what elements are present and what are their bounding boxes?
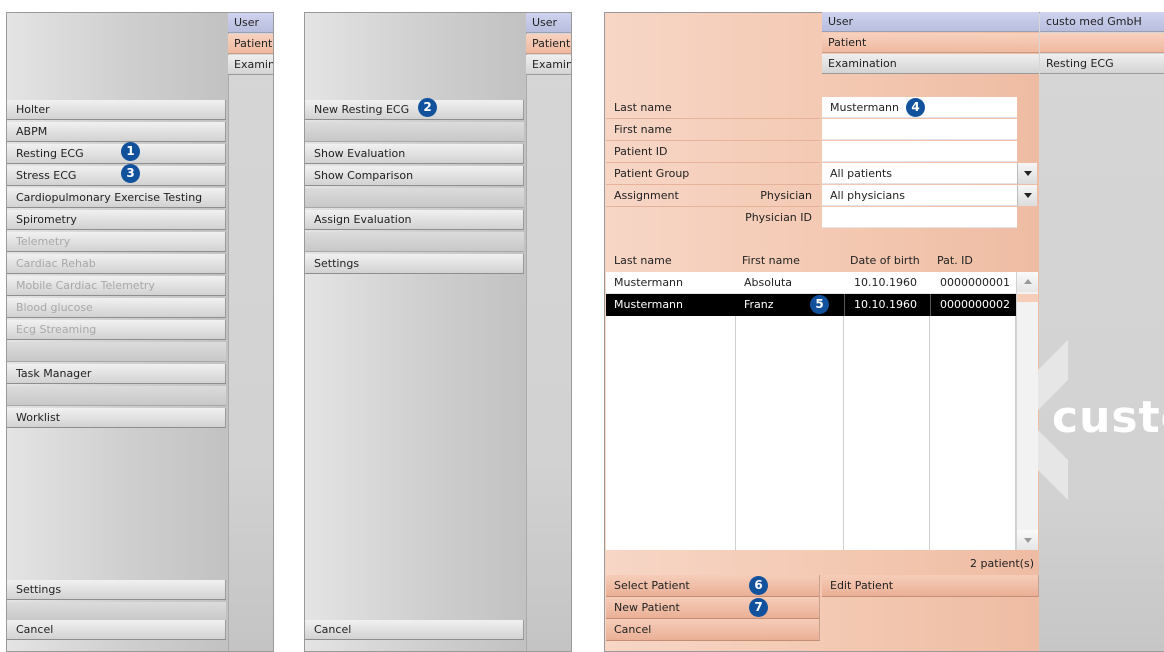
tab-examination[interactable]: Examin <box>526 55 571 75</box>
cell-last-name: Mustermann <box>614 276 684 289</box>
resting-ecg-menu-panel: User Patient Examin New Resting ECG Show… <box>304 12 572 652</box>
edit-patient-button[interactable]: Edit Patient <box>822 575 1039 597</box>
tab-user[interactable]: User <box>526 13 571 33</box>
first-name-input[interactable] <box>822 119 1017 140</box>
new-resting-ecg-button[interactable]: New Resting ECG <box>305 100 524 120</box>
menu-ecg-streaming: Ecg Streaming <box>7 320 226 340</box>
cell-patient-id: 0000000002 <box>940 298 1010 311</box>
physician-id-label: Physician ID <box>745 211 812 224</box>
side-strip <box>526 13 571 651</box>
menu-cardiopulmonary[interactable]: Cardiopulmonary Exercise Testing <box>7 188 226 208</box>
new-patient-button[interactable]: New Patient <box>606 597 820 619</box>
main-menu-panel: User Patient Examin Holter ABPM Resting … <box>6 12 274 652</box>
menu-mobile-cardiac-telemetry: Mobile Cardiac Telemetry <box>7 276 226 296</box>
badge-7: 7 <box>749 598 768 617</box>
physician-select[interactable]: All physicians <box>822 185 1017 206</box>
col-patient-id[interactable]: Pat. ID <box>937 250 973 272</box>
row-divider <box>930 294 931 316</box>
last-name-label: Last name <box>606 97 820 119</box>
menu-separator <box>305 188 524 208</box>
badge-3: 3 <box>121 164 140 183</box>
badge-5: 5 <box>810 295 829 314</box>
menu-abpm[interactable]: ABPM <box>7 122 226 142</box>
scroll-down-icon[interactable] <box>1017 530 1038 550</box>
menu-holter[interactable]: Holter <box>7 100 226 120</box>
patient-header-value <box>1040 33 1164 53</box>
menu-settings[interactable]: Settings <box>7 580 226 600</box>
cell-dob: 10.10.1960 <box>854 298 917 311</box>
scroll-thumb[interactable] <box>1017 294 1038 302</box>
cell-dob: 10.10.1960 <box>854 276 917 289</box>
badge-4: 4 <box>906 98 925 117</box>
physician-label: Physician <box>760 189 812 202</box>
patient-group-select[interactable]: All patients <box>822 163 1017 184</box>
col-date-of-birth[interactable]: Date of birth <box>850 250 920 272</box>
patient-id-input[interactable] <box>822 141 1017 162</box>
cell-first-name: Franz <box>744 298 774 311</box>
physician-dropdown-icon[interactable] <box>1017 185 1037 206</box>
col-last-name[interactable]: Last name <box>614 250 672 272</box>
custo-logo-text: custo <box>1052 392 1164 443</box>
table-scrollbar[interactable] <box>1016 272 1038 550</box>
physician-id-input[interactable] <box>822 207 1017 228</box>
tab-patient[interactable]: Patient <box>526 34 571 54</box>
row-divider <box>844 294 845 316</box>
menu-worklist[interactable]: Worklist <box>7 408 226 428</box>
first-name-label: First name <box>606 119 820 141</box>
tab-user[interactable]: User <box>228 13 273 33</box>
tab-examination[interactable]: Examination <box>822 54 1039 74</box>
ecg-settings-button[interactable]: Settings <box>305 254 524 274</box>
badge-6: 6 <box>749 576 768 595</box>
select-patient-button[interactable]: Select Patient <box>606 575 820 597</box>
menu-cancel[interactable]: Cancel <box>7 620 226 640</box>
menu-telemetry: Telemetry <box>7 232 226 252</box>
menu-stress-ecg[interactable]: Stress ECG <box>7 166 226 186</box>
menu-separator <box>7 602 226 622</box>
cell-last-name: Mustermann <box>614 298 684 311</box>
show-comparison-button[interactable]: Show Comparison <box>305 166 524 186</box>
patient-id-label: Patient ID <box>606 141 820 163</box>
menu-resting-ecg[interactable]: Resting ECG <box>7 144 226 164</box>
menu-separator <box>7 386 226 406</box>
company-name: custo med GmbH <box>1040 12 1164 32</box>
examination-value: Resting ECG <box>1040 54 1164 74</box>
logo-area <box>1039 13 1164 651</box>
side-strip <box>228 13 273 651</box>
patient-count: 2 patient(s) <box>970 557 1034 570</box>
cell-first-name: Absoluta <box>744 276 793 289</box>
menu-separator <box>305 232 524 252</box>
assign-evaluation-button[interactable]: Assign Evaluation <box>305 210 524 230</box>
scroll-up-icon[interactable] <box>1017 272 1038 292</box>
menu-separator <box>7 342 226 362</box>
patient-group-label: Patient Group <box>606 163 820 185</box>
menu-separator <box>305 122 524 142</box>
badge-1: 1 <box>121 142 140 161</box>
menu-cardiac-rehab: Cardiac Rehab <box>7 254 226 274</box>
patient-group-dropdown-icon[interactable] <box>1017 163 1037 184</box>
ecg-cancel-button[interactable]: Cancel <box>305 620 524 640</box>
tab-patient[interactable]: Patient <box>228 34 273 54</box>
tab-patient[interactable]: Patient <box>822 33 1039 53</box>
cell-patient-id: 0000000001 <box>940 276 1010 289</box>
show-evaluation-button[interactable]: Show Evaluation <box>305 144 524 164</box>
menu-spirometry[interactable]: Spirometry <box>7 210 226 230</box>
col-first-name[interactable]: First name <box>742 250 800 272</box>
cancel-button[interactable]: Cancel <box>606 619 820 641</box>
tab-examination[interactable]: Examin <box>228 55 273 75</box>
badge-2: 2 <box>418 98 437 117</box>
menu-task-manager[interactable]: Task Manager <box>7 364 226 384</box>
tab-user[interactable]: User <box>822 12 1039 32</box>
menu-blood-glucose: Blood glucose <box>7 298 226 318</box>
